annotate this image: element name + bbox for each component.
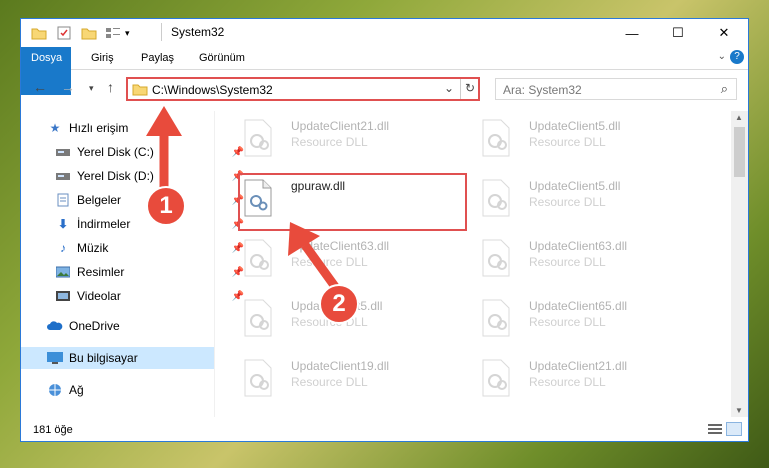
annotation-arrows — [146, 106, 340, 291]
arrow-1-head — [146, 106, 182, 136]
step-badge-2: 2 — [319, 284, 359, 324]
arrow-2 — [301, 242, 340, 291]
step-badge-1: 1 — [146, 186, 186, 226]
